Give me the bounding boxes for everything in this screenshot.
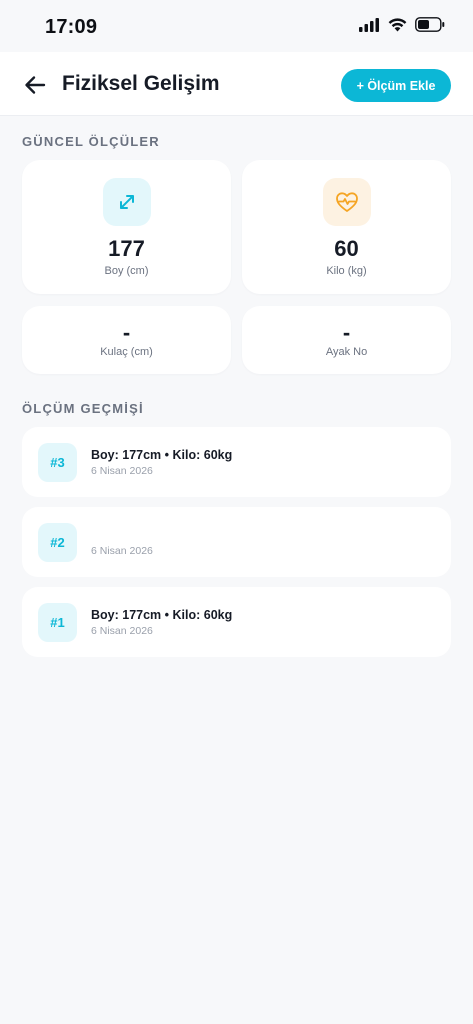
weight-card[interactable]: 60 Kilo (kg) <box>242 160 451 294</box>
history-item[interactable]: #2 6 Nisan 2026 <box>22 507 451 577</box>
current-measurements-title: GÜNCEL ÖLÇÜLER <box>22 134 160 149</box>
history-summary: Boy: 177cm • Kilo: 60kg <box>91 608 233 622</box>
arm-span-card[interactable]: - Kulaç (cm) <box>22 306 231 374</box>
status-bar: 17:09 <box>0 0 473 52</box>
shoe-size-value: - <box>342 320 351 345</box>
history-title: ÖLÇÜM GEÇMİŞİ <box>22 401 144 416</box>
history-date: 6 Nisan 2026 <box>91 465 153 477</box>
expand-arrows-icon <box>119 195 134 209</box>
history-badge: #1 <box>38 603 77 642</box>
history-badge: #2 <box>38 523 77 562</box>
height-card[interactable]: 177 Boy (cm) <box>22 160 231 294</box>
page-title: Fiziksel Gelişim <box>62 72 220 95</box>
heart-pulse-icon <box>335 192 358 212</box>
shoe-size-label: Ayak No <box>325 346 368 358</box>
wifi-icon <box>388 17 407 31</box>
weight-label: Kilo (kg) <box>326 265 367 277</box>
history-summary: Boy: 177cm • Kilo: 60kg <box>91 448 233 462</box>
height-value: 177 <box>108 236 145 261</box>
battery-icon <box>415 17 445 32</box>
history-date: 6 Nisan 2026 <box>91 545 153 557</box>
arm-span-label: Kulaç (cm) <box>100 346 153 358</box>
weight-value: 60 <box>334 236 359 261</box>
add-measurement-button[interactable]: + Ölçüm Ekle <box>341 69 451 102</box>
arm-span-value: - <box>122 320 131 345</box>
height-label: Boy (cm) <box>104 265 149 277</box>
history-date: 6 Nisan 2026 <box>91 625 153 637</box>
status-icons <box>359 17 445 32</box>
history-item[interactable]: #1 Boy: 177cm • Kilo: 60kg 6 Nisan 2026 <box>22 587 451 657</box>
history-item[interactable]: #3 Boy: 177cm • Kilo: 60kg 6 Nisan 2026 <box>22 427 451 497</box>
weight-icon-box <box>322 178 371 226</box>
header: Fiziksel Gelişim + Ölçüm Ekle <box>0 52 473 116</box>
height-icon-box <box>102 178 151 226</box>
arrow-left-icon <box>25 76 46 94</box>
history-badge: #3 <box>38 443 77 482</box>
signal-icon <box>359 17 379 32</box>
shoe-size-card[interactable]: - Ayak No <box>242 306 451 374</box>
back-button[interactable] <box>22 72 48 98</box>
status-time: 17:09 <box>45 16 98 38</box>
